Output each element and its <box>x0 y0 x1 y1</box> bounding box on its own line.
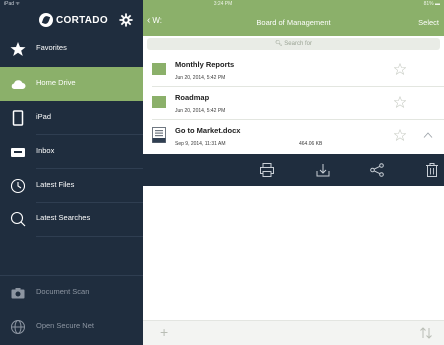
sidebar-item-open-secure-net[interactable]: Open Secure Net <box>0 310 143 344</box>
search-placeholder: 🔍︎ Search for <box>147 40 440 47</box>
sidebar-item-inbox[interactable]: Inbox <box>0 135 143 169</box>
folder-icon <box>152 63 166 75</box>
inbox-icon <box>11 148 25 157</box>
file-row-monthly-reports[interactable]: Monthly Reports Jun 20, 2014, 5:42 PM <box>143 54 444 86</box>
sidebar-item-home-drive[interactable]: Home Drive <box>0 67 143 101</box>
clock-icon <box>10 178 26 194</box>
file-name: Roadmap <box>175 93 210 102</box>
sidebar-item-label: Open Secure Net <box>36 321 94 330</box>
star-icon[interactable] <box>394 96 406 108</box>
sidebar-item-latest-searches[interactable]: Latest Searches <box>0 202 143 236</box>
file-size: 464.06 KB <box>299 141 323 147</box>
main-pane: 3:24 PM 81% ▬ ‹ W: Board of Management Se… <box>143 0 444 345</box>
file-date: Jun 20, 2014, 5:42 PM <box>175 75 226 81</box>
file-name: Go to Market.docx <box>175 126 241 135</box>
status-device: iPad ᯤ <box>4 1 20 7</box>
bottom-toolbar: + <box>143 320 444 345</box>
search-icon: 🔍︎ <box>275 41 283 47</box>
search-input[interactable]: 🔍︎ Search for <box>147 38 440 50</box>
chevron-up-icon[interactable] <box>423 131 433 139</box>
share-icon[interactable] <box>369 162 385 178</box>
file-date: Jun 20, 2014, 5:42 PM <box>175 108 226 114</box>
sort-icon[interactable] <box>419 327 433 339</box>
brand-name: CORTADO <box>56 15 108 26</box>
file-row-go-to-market[interactable]: Go to Market.docx Sep 9, 2014, 11:31 AM … <box>143 120 444 152</box>
sidebar-item-favorites[interactable]: Favorites <box>0 32 143 66</box>
search-placeholder-text: Search for <box>284 41 312 47</box>
status-time: 3:24 PM <box>213 1 233 7</box>
sidebar-item-latest-files[interactable]: Latest Files <box>0 169 143 203</box>
divider <box>36 236 143 237</box>
print-icon[interactable] <box>259 162 275 178</box>
brand-header: CORTADO <box>0 8 143 32</box>
select-button[interactable]: Select <box>418 18 439 27</box>
cloud-icon <box>11 80 26 89</box>
sidebar-item-document-scan[interactable]: Document Scan <box>0 276 143 310</box>
top-bar: 3:24 PM 81% ▬ ‹ W: Board of Management Se… <box>143 0 444 36</box>
add-button[interactable]: + <box>160 324 168 340</box>
document-icon <box>152 127 166 143</box>
page-title: Board of Management <box>256 18 331 27</box>
sidebar-item-label: Document Scan <box>36 287 90 296</box>
sidebar-item-label: Inbox <box>36 146 55 155</box>
globe-icon <box>11 320 25 334</box>
star-icon[interactable] <box>394 63 406 75</box>
gear-icon[interactable] <box>119 13 133 27</box>
tablet-icon <box>12 110 24 126</box>
cortado-logo-icon <box>39 13 53 27</box>
folder-icon <box>152 96 166 108</box>
sidebar-item-ipad[interactable]: iPad <box>0 101 143 135</box>
sidebar: iPad ᯤ CORTADO Favorites Home Drive iPad… <box>0 0 143 345</box>
sidebar-item-label: iPad <box>36 112 52 121</box>
file-date: Sep 9, 2014, 11:31 AM <box>175 141 226 147</box>
download-icon[interactable] <box>315 162 331 178</box>
status-battery: 81% ▬ <box>423 1 440 7</box>
sidebar-item-label: Home Drive <box>36 78 76 87</box>
camera-icon <box>11 288 25 299</box>
trash-icon[interactable] <box>424 162 440 178</box>
star-icon[interactable] <box>394 129 406 141</box>
sidebar-item-label: Latest Files <box>36 180 75 189</box>
file-name: Monthly Reports <box>175 60 235 69</box>
star-icon <box>10 42 26 56</box>
file-row-roadmap[interactable]: Roadmap Jun 20, 2014, 5:42 PM <box>143 87 444 119</box>
sidebar-item-label: Latest Searches <box>36 213 91 222</box>
sidebar-item-label: Favorites <box>36 43 67 52</box>
search-bar: 🔍︎ Search for <box>143 36 444 52</box>
file-action-bar <box>143 154 444 186</box>
search-icon <box>10 211 26 227</box>
